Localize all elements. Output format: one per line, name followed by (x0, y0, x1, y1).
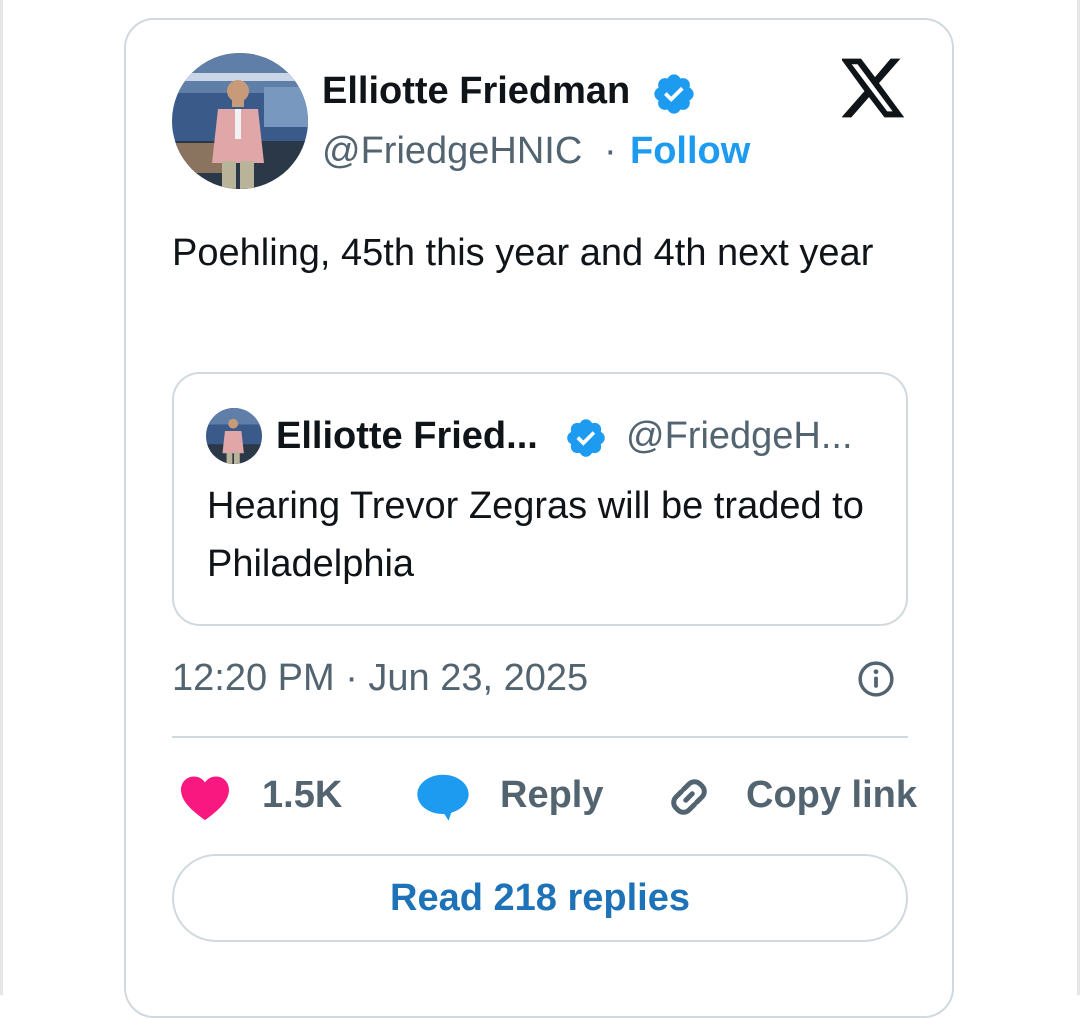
tweet-timestamp[interactable]: 12:20 PM · Jun 23, 2025 (172, 655, 588, 701)
quoted-author-handle: @FriedgeH... (626, 415, 853, 457)
page-edge-left (0, 0, 3, 995)
handle-separator: · (604, 130, 617, 172)
like-count[interactable]: 1.5K (262, 772, 342, 818)
author-avatar[interactable] (172, 53, 308, 189)
follow-button[interactable]: Follow (630, 128, 750, 174)
reply-bubble-icon[interactable] (414, 772, 472, 822)
read-replies-button[interactable]: Read 218 replies (172, 854, 908, 942)
author-name[interactable]: Elliotte Friedman (322, 68, 630, 114)
info-icon[interactable] (857, 660, 895, 698)
quoted-tweet-text: Hearing Trevor Zegras will be traded to … (207, 485, 864, 585)
copy-link-button[interactable]: Copy link (746, 772, 917, 818)
author-handle[interactable]: @FriedgeHNIC (322, 128, 582, 174)
divider (172, 736, 908, 738)
verified-badge-icon (654, 74, 694, 114)
heart-icon[interactable] (178, 773, 232, 821)
reply-button[interactable]: Reply (500, 772, 603, 818)
x-logo-icon[interactable] (842, 58, 906, 118)
link-icon[interactable] (663, 771, 715, 823)
quoted-verified-badge-icon (567, 419, 605, 457)
quoted-author-name: Elliotte Fried... (276, 415, 538, 457)
tweet-text: Poehling, 45th this year and 4th next ye… (172, 232, 874, 274)
quoted-author-avatar (206, 408, 262, 464)
